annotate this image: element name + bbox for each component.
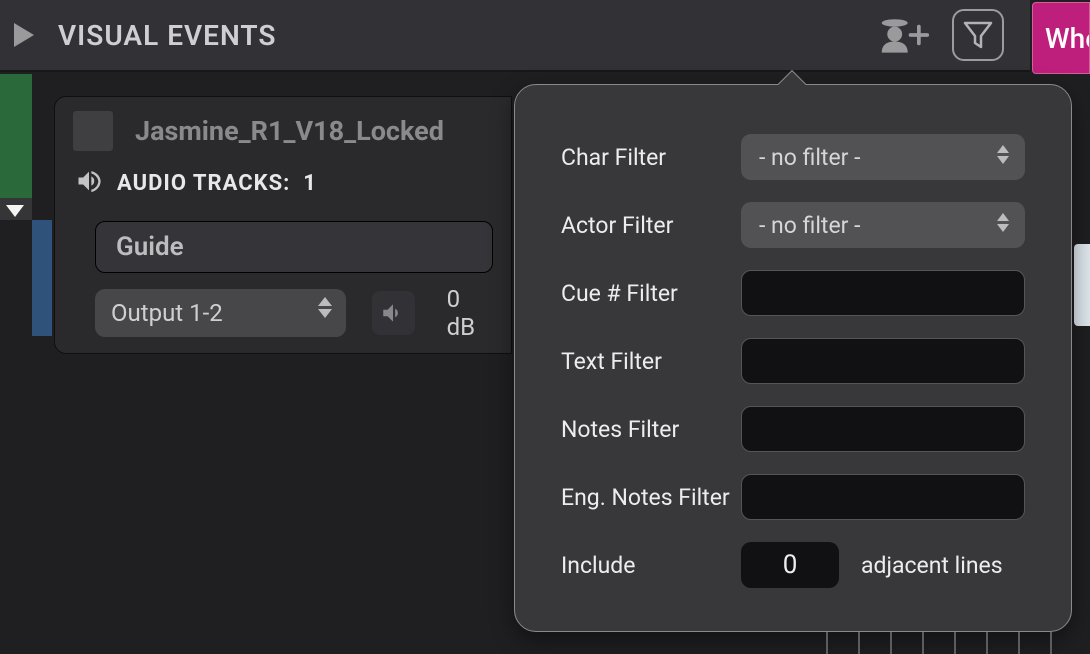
play-icon[interactable] [14, 23, 34, 47]
project-row: Jasmine_R1_V18_Locked [73, 111, 493, 151]
chevron-updown-icon [997, 213, 1009, 232]
include-number-input[interactable]: 0 [741, 542, 839, 588]
collapse-icon[interactable] [6, 205, 24, 217]
actor-filter-select[interactable]: - no filter - [741, 202, 1025, 248]
chevron-updown-icon [318, 297, 332, 318]
output-row: Output 1-2 0 dB [95, 285, 493, 341]
output-select[interactable]: Output 1-2 [95, 289, 346, 337]
eng-notes-filter-row: Eng. Notes Filter [561, 463, 1025, 531]
chevron-updown-icon [997, 145, 1009, 164]
tracks-panel: Jasmine_R1_V18_Locked AUDIO TRACKS: 1 Gu… [54, 96, 512, 354]
cue-filter-label: Cue # Filter [561, 280, 741, 307]
project-name: Jasmine_R1_V18_Locked [135, 115, 444, 147]
audio-tracks-header: AUDIO TRACKS: 1 [73, 167, 493, 199]
mute-button[interactable] [372, 291, 415, 335]
text-filter-label: Text Filter [561, 348, 741, 375]
audio-tracks-label: AUDIO TRACKS: 1 [117, 171, 317, 196]
header-tools [878, 9, 1030, 61]
include-row: Include 0 adjacent lines [561, 531, 1025, 599]
pink-action-button[interactable]: Whe [1032, 2, 1090, 74]
include-suffix: adjacent lines [861, 552, 1003, 579]
actor-filter-label: Actor Filter [561, 212, 741, 239]
notes-filter-row: Notes Filter [561, 395, 1025, 463]
waveform-sliver [1074, 244, 1090, 326]
add-actor-button[interactable] [878, 9, 930, 61]
text-filter-input[interactable] [741, 338, 1025, 384]
page-title: VISUAL EVENTS [58, 19, 276, 52]
track-gutter-blue [32, 220, 52, 336]
text-filter-row: Text Filter [561, 327, 1025, 395]
track-gutter-green[interactable] [0, 74, 32, 220]
eng-notes-filter-label: Eng. Notes Filter [561, 484, 741, 511]
cue-filter-row: Cue # Filter [561, 259, 1025, 327]
char-filter-row: Char Filter - no filter - [561, 123, 1025, 191]
project-color-swatch[interactable] [73, 111, 113, 151]
guide-track-row[interactable]: Guide [95, 221, 493, 273]
eng-notes-filter-input[interactable] [741, 474, 1025, 520]
output-level: 0 dB [447, 285, 493, 341]
notes-filter-input[interactable] [741, 406, 1025, 452]
filter-popover: Char Filter - no filter - Actor Filter -… [514, 84, 1072, 632]
guide-track-label: Guide [116, 232, 184, 262]
output-select-value: Output 1-2 [111, 299, 223, 327]
char-filter-select[interactable]: - no filter - [741, 134, 1025, 180]
filter-button[interactable] [952, 9, 1004, 61]
include-label: Include [561, 552, 741, 579]
timeline-ruler-ticks [826, 632, 1052, 654]
actor-filter-row: Actor Filter - no filter - [561, 191, 1025, 259]
notes-filter-label: Notes Filter [561, 416, 741, 443]
speaker-icon [75, 167, 103, 199]
header-bar: VISUAL EVENTS [0, 0, 1030, 72]
cue-filter-input[interactable] [741, 270, 1025, 316]
char-filter-label: Char Filter [561, 144, 741, 171]
popover-arrow [778, 70, 806, 98]
